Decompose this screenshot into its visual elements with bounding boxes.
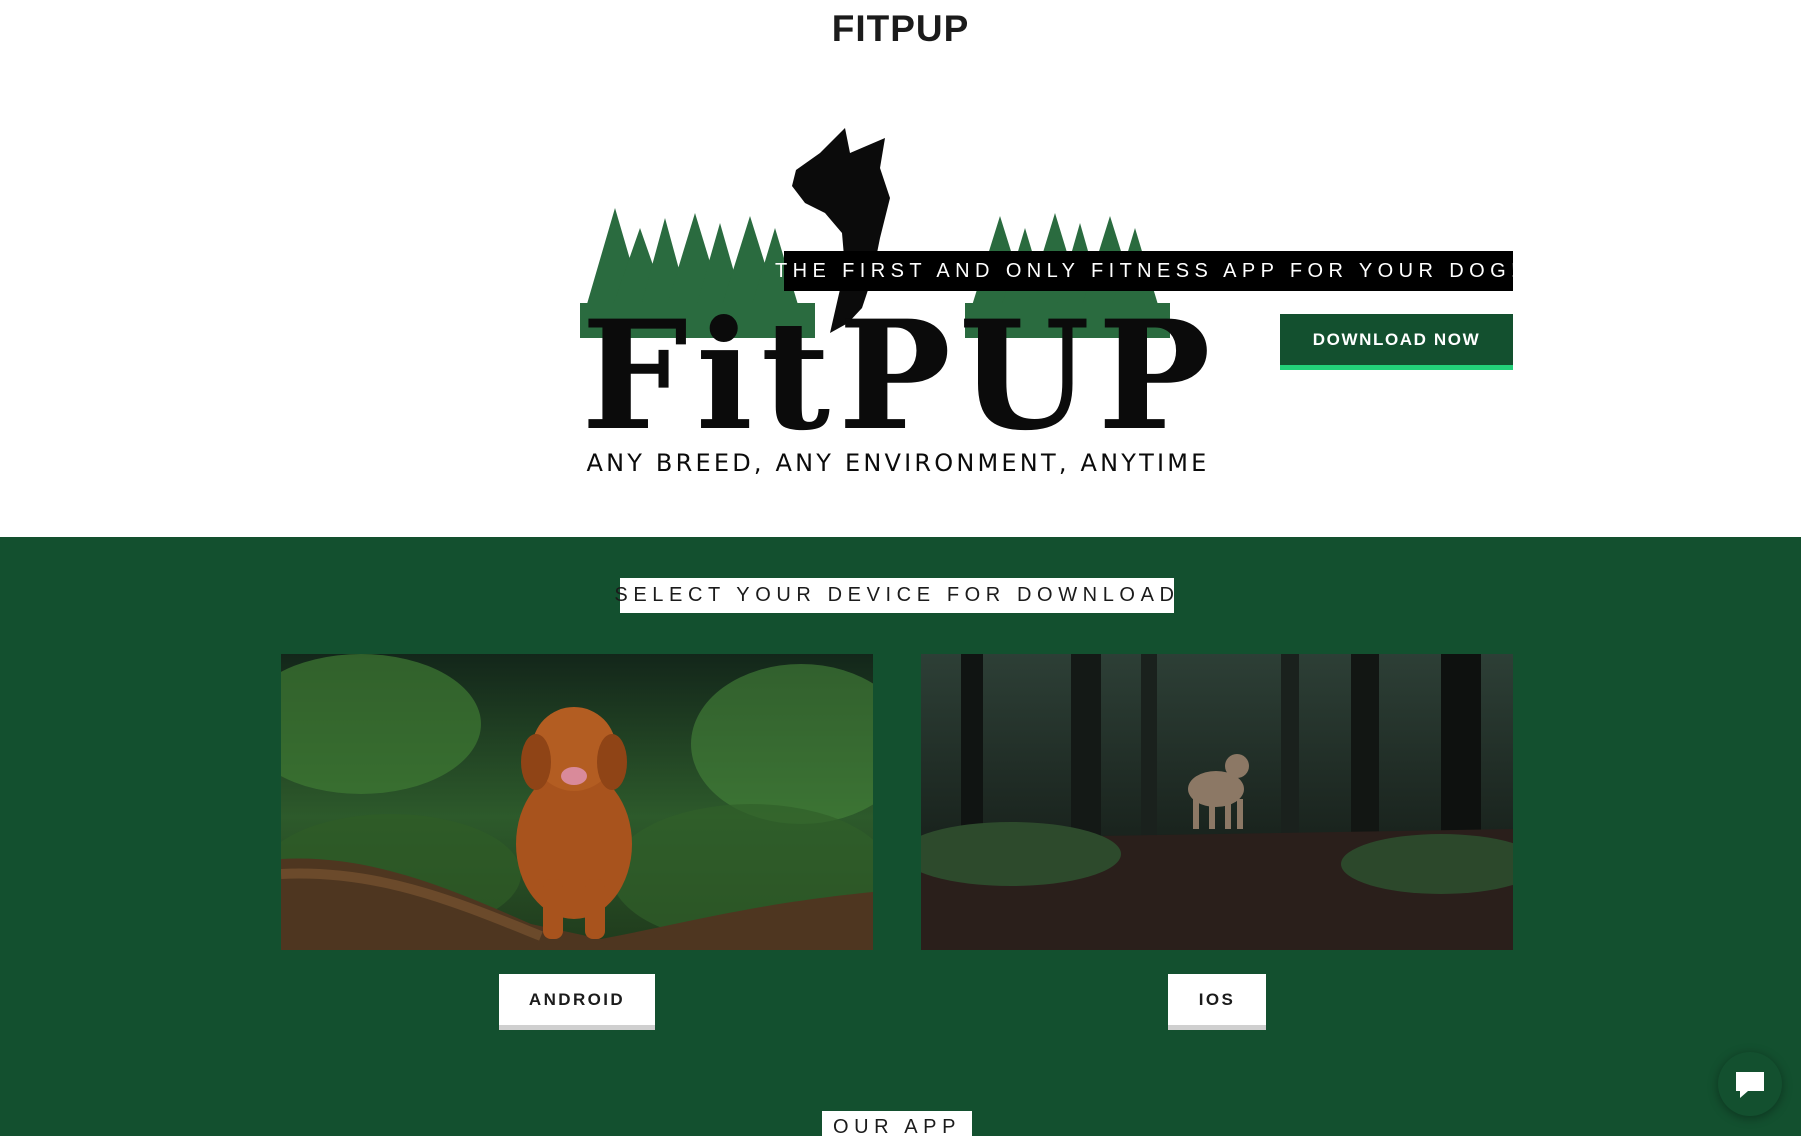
chat-button[interactable] — [1718, 1052, 1782, 1116]
svg-text:FitPUP: FitPUP — [581, 288, 1218, 464]
hero-tagline: THE FIRST AND ONLY FITNESS APP FOR YOUR … — [775, 251, 1517, 291]
fitpup-logo: FitPUP ANY BREED, ANY ENVIRONMENT, ANYTI… — [580, 128, 1220, 483]
chat-bubble-icon — [1736, 1072, 1764, 1098]
site-title[interactable]: FITPUP — [0, 8, 1801, 50]
ios-dog-photo — [921, 654, 1513, 950]
svg-text:ANY BREED, ANY ENVIRONMENT, AN: ANY BREED, ANY ENVIRONMENT, ANYTIME — [586, 449, 1209, 477]
hero-section: FITPUP FitPUP ANY BREED, ANY ENVIRONMENT… — [0, 0, 1801, 537]
android-button[interactable]: ANDROID — [499, 974, 655, 1030]
select-device-heading: SELECT YOUR DEVICE FOR DOWNLOAD — [614, 578, 1174, 613]
download-section — [0, 537, 1801, 1136]
our-app-heading: OUR APP — [822, 1111, 972, 1143]
ios-button[interactable]: IOS — [1168, 974, 1266, 1030]
download-now-button[interactable]: DOWNLOAD NOW — [1280, 314, 1513, 370]
android-dog-photo — [281, 654, 873, 950]
